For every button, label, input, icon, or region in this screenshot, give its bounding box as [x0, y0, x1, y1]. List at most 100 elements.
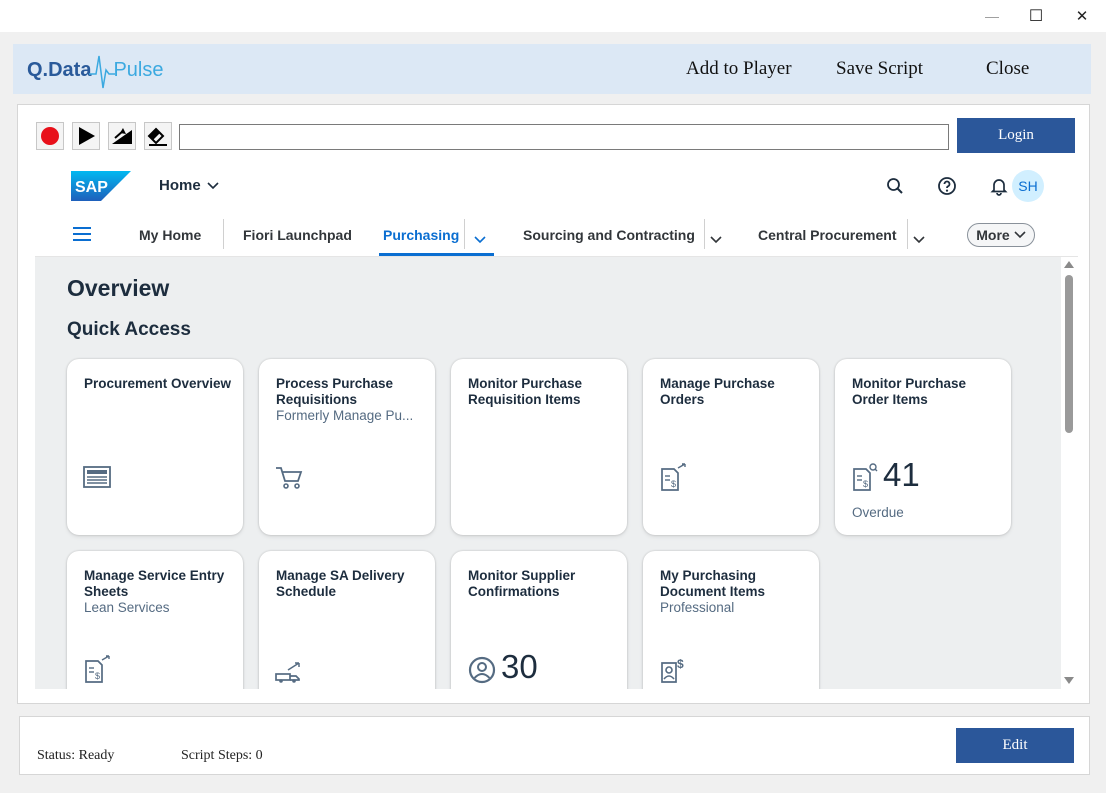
- notification-icon: [990, 179, 1008, 196]
- play-icon: [79, 127, 95, 145]
- tile-title: Manage Service Entry Sheets: [84, 568, 225, 599]
- home-menu-button[interactable]: Home: [159, 177, 219, 194]
- tile-title: Manage SA Delivery Schedule: [276, 568, 405, 599]
- user-avatar[interactable]: SH: [1012, 170, 1044, 202]
- chevron-down-icon: [913, 236, 925, 244]
- tile-process-purchase-requisitions[interactable]: Process Purchase Requisitions Formerly M…: [259, 359, 435, 535]
- sap-shell-bar: SAP Home SH: [71, 167, 1061, 202]
- chevron-down-icon: [207, 181, 219, 189]
- page-title: Overview: [67, 275, 170, 301]
- nav-item-purchasing[interactable]: Purchasing: [383, 227, 459, 243]
- sap-logo: SAP: [71, 171, 131, 201]
- close-app-button[interactable]: Close: [986, 58, 1029, 80]
- step-button[interactable]: [108, 122, 136, 150]
- tile-title: Monitor Purchase Requisition Items: [468, 376, 583, 407]
- add-to-player-button[interactable]: Add to Player: [686, 58, 792, 80]
- record-button[interactable]: [36, 122, 64, 150]
- nav-item-sourcing-and-contracting[interactable]: Sourcing and Contracting: [523, 227, 695, 243]
- nav-item-fiori-launchpad[interactable]: Fiori Launchpad: [243, 227, 352, 243]
- logo-text-right: Pulse: [113, 58, 164, 81]
- tile-monitor-supplier-confirmations[interactable]: Monitor Supplier Confirmations 30: [451, 551, 627, 689]
- tile-manage-service-entry-sheets[interactable]: Manage Service Entry Sheets Lean Service…: [67, 551, 243, 689]
- app-header: Q.Data Pulse Add to Player Save Script C…: [13, 44, 1091, 94]
- window-titlebar: — ☐ ✕: [0, 0, 1106, 32]
- status-panel: Status: Ready Script Steps: 0 Edit: [19, 716, 1090, 775]
- search-icon: [887, 178, 903, 194]
- tile-footer: Overdue: [852, 505, 904, 520]
- help-button[interactable]: [936, 175, 958, 197]
- tile-title: Process Purchase Requisitions: [276, 376, 394, 407]
- edit-button[interactable]: Edit: [956, 728, 1074, 763]
- svg-text:$: $: [95, 671, 100, 681]
- hamburger-icon: [73, 227, 91, 241]
- tile-title: Manage Purchase Orders: [660, 376, 775, 407]
- buyer-icon: $: [661, 657, 684, 683]
- nav-divider: [907, 219, 908, 249]
- nav-item-my-home[interactable]: My Home: [139, 227, 201, 243]
- delivery-icon: [275, 662, 300, 683]
- logo-text-left: Q.Data: [27, 58, 92, 81]
- minimize-button[interactable]: —: [969, 4, 1015, 28]
- tile-title: My Purchasing Document Items: [660, 568, 766, 599]
- home-menu-label: Home: [159, 177, 201, 194]
- scroll-down-icon[interactable]: [1064, 677, 1074, 684]
- help-icon: [938, 177, 956, 195]
- tile-manage-purchase-orders[interactable]: Manage Purchase Orders $: [643, 359, 819, 535]
- tile-procurement-overview[interactable]: Procurement Overview: [67, 359, 243, 535]
- record-icon: [41, 127, 59, 145]
- purchasing-dropdown-button[interactable]: [474, 231, 486, 249]
- svg-text:$: $: [677, 657, 684, 671]
- play-button[interactable]: [72, 122, 100, 150]
- more-label: More: [976, 227, 1010, 243]
- sap-nav-bar: My Home Fiori Launchpad Purchasing Sourc…: [35, 213, 1078, 257]
- tile-kpi-value: 30: [501, 648, 538, 685]
- tile-manage-sa-delivery-schedule[interactable]: Manage SA Delivery Schedule: [259, 551, 435, 689]
- central-procurement-dropdown-button[interactable]: [913, 231, 925, 249]
- script-steps-text: Script Steps: 0: [181, 748, 263, 763]
- window-close-button[interactable]: ✕: [1059, 4, 1105, 28]
- eraser-icon: [147, 127, 167, 146]
- order-search-icon: $: [853, 463, 878, 491]
- tile-my-purchasing-document-items[interactable]: My Purchasing Document Items Professiona…: [643, 551, 819, 689]
- nav-divider: [223, 219, 224, 249]
- tile-subtitle: Lean Services: [84, 600, 170, 615]
- nav-item-central-procurement[interactable]: Central Procurement: [758, 227, 896, 243]
- chevron-down-icon: [710, 236, 722, 244]
- tile-subtitle: Professional: [660, 600, 735, 615]
- sap-logo-text: SAP: [75, 179, 108, 196]
- sourcing-dropdown-button[interactable]: [710, 231, 722, 249]
- tile-title: Monitor Supplier Confirmations: [468, 568, 576, 599]
- chevron-down-icon: [474, 236, 486, 244]
- script-url-input[interactable]: [179, 124, 949, 150]
- main-panel: Login SAP Home SH My Home Fiori Launchpa…: [17, 104, 1090, 704]
- eraser-button[interactable]: [144, 122, 172, 150]
- chevron-down-icon: [1014, 231, 1026, 239]
- menu-button[interactable]: [73, 227, 91, 246]
- more-button[interactable]: More: [967, 223, 1035, 247]
- content-scrollbar[interactable]: [1061, 257, 1078, 689]
- scroll-thumb[interactable]: [1065, 275, 1073, 433]
- login-button[interactable]: Login: [957, 118, 1075, 153]
- supplier-icon: [468, 656, 496, 684]
- save-script-button[interactable]: Save Script: [836, 58, 923, 80]
- tile-monitor-purchase-requisition-items[interactable]: Monitor Purchase Requisition Items: [451, 359, 627, 535]
- status-text: Status: Ready: [37, 748, 115, 763]
- close-icon: ✕: [1075, 8, 1089, 25]
- svg-text:$: $: [671, 479, 676, 489]
- service-document-icon: $: [85, 655, 110, 683]
- notifications-button[interactable]: [988, 175, 1010, 197]
- app-logo: Q.Data Pulse: [27, 55, 164, 89]
- search-button[interactable]: [884, 175, 906, 197]
- minimize-icon: —: [985, 8, 999, 24]
- tile-subtitle: Formerly Manage Pu...: [276, 408, 414, 423]
- maximize-button[interactable]: ☐: [1013, 4, 1059, 28]
- nav-divider: [464, 219, 465, 249]
- tile-monitor-purchase-order-items[interactable]: Monitor Purchase Order Items $ 41 Overdu…: [835, 359, 1011, 535]
- tile-title: Monitor Purchase Order Items: [852, 376, 967, 407]
- launchpad-content: Overview Quick Access Procurement Overvi…: [35, 257, 1061, 689]
- pulse-icon: [89, 55, 116, 89]
- nav-divider: [704, 219, 705, 249]
- scroll-up-icon[interactable]: [1064, 261, 1074, 268]
- svg-text:$: $: [863, 479, 868, 489]
- maximize-icon: ☐: [1028, 8, 1044, 25]
